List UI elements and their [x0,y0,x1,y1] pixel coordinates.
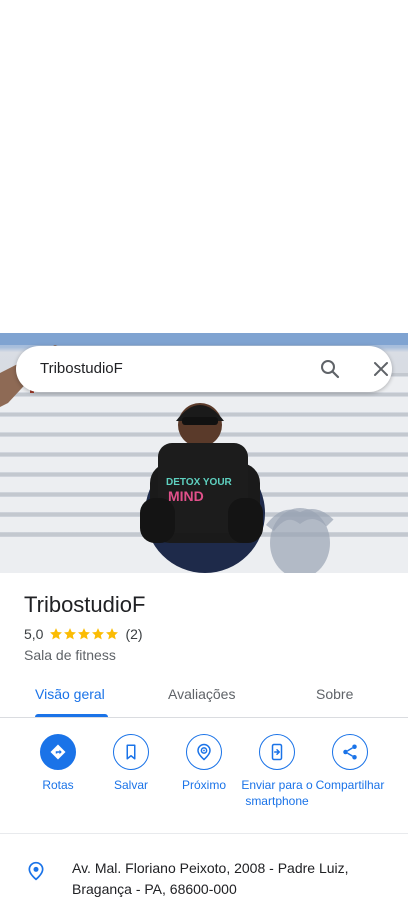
active-tab-indicator [35,714,108,717]
shirt-text-detox: DETOX YOUR [166,477,233,488]
bookmark-icon [126,744,136,760]
action-buttons: Rotas Salvar Próximo Enviar para o smart… [0,718,408,834]
star-icon [106,628,119,640]
directions-label: Rotas [42,778,74,792]
tab-about[interactable]: Sobre [316,686,353,702]
close-icon[interactable] [369,357,393,381]
star-icon [64,628,77,640]
star-icon [92,628,105,640]
send-to-phone-label: Enviar para o smartphone [241,778,313,808]
address-text: Av. Mal. Floriano Peixoto, 2008 - Padre … [72,860,349,897]
address-row[interactable]: Av. Mal. Floriano Peixoto, 2008 - Padre … [0,846,408,906]
search-input[interactable]: TribostudioF [40,360,123,377]
search-bar[interactable]: TribostudioF [16,346,392,392]
share-button[interactable]: Compartilhar [313,734,387,793]
review-count[interactable]: (2) [125,626,142,642]
place-title: TribostudioF [24,592,146,617]
send-to-phone-button[interactable]: Enviar para o smartphone [240,734,314,809]
shirt-text-mind: MIND [168,488,204,504]
search-icon[interactable] [318,357,342,381]
directions-icon [50,744,66,760]
star-icon [50,628,63,640]
send-to-phone-icon [271,743,283,761]
save-label: Salvar [113,778,148,792]
map-area-blank [0,0,408,333]
directions-button[interactable]: Rotas [22,734,94,793]
rating-row[interactable]: 5,0 (2) [24,626,143,642]
nearby-button[interactable]: Próximo [168,734,240,793]
share-label: Compartilhar [315,778,385,792]
tab-overview[interactable]: Visão geral [35,686,105,702]
star-rating [49,627,119,641]
place-tabs: Visão geral Avaliações Sobre [0,676,408,718]
place-category: Sala de fitness [24,647,116,663]
save-button[interactable]: Salvar [95,734,167,793]
tab-reviews[interactable]: Avaliações [168,686,235,702]
rating-value: 5,0 [24,626,44,642]
nearby-icon [197,743,211,761]
share-icon [343,744,357,760]
star-icon [78,628,91,640]
nearby-label: Próximo [181,778,226,792]
location-pin-icon [28,861,44,881]
